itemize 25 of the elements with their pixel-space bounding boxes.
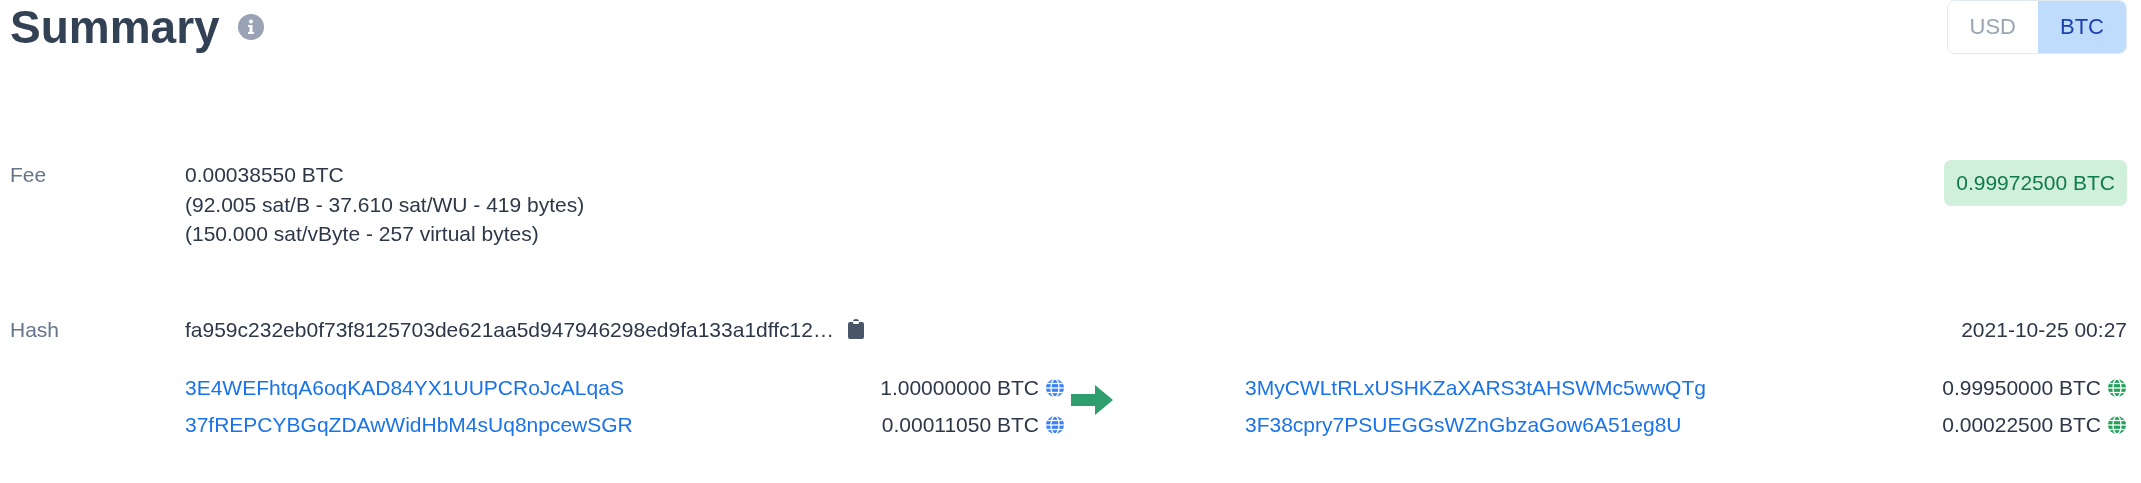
- globe-icon[interactable]: [1045, 377, 1065, 398]
- total-badge: 0.99972500 BTC: [1944, 160, 2127, 206]
- address-link[interactable]: 3F38cpry7PSUEGGsWZnGbzaGow6A51eg8U: [1245, 409, 1682, 440]
- globe-icon[interactable]: [2107, 414, 2127, 435]
- amount-text: 1.00000000 BTC: [880, 374, 1039, 401]
- amount-text: 0.00022500 BTC: [1942, 411, 2101, 438]
- amount-text: 0.99950000 BTC: [1942, 374, 2101, 401]
- globe-icon[interactable]: [2107, 377, 2127, 398]
- globe-icon[interactable]: [1045, 414, 1065, 435]
- hash-label: Hash: [10, 316, 61, 343]
- page-title: Summary: [10, 0, 220, 54]
- currency-tab[interactable]: BTC: [2038, 1, 2126, 53]
- address-link[interactable]: 3E4WEFhtqA6oqKAD84YX1UUPCRoJcALqaS: [185, 372, 624, 403]
- clipboard-icon[interactable]: [847, 319, 864, 340]
- hash-text: fa959c232eb0f73f8125703de621aa5d947946298ed9fa133a1dffc12…: [185, 316, 834, 343]
- arrow-icon: [1071, 384, 1113, 415]
- address-link[interactable]: 37fREPCYBGqZDAwWidHbM4sUq8npcewSGR: [185, 409, 633, 440]
- amount-text: 0.00011050 BTC: [881, 411, 1039, 438]
- address-link[interactable]: 3MyCWLtRLxUSHKZaXARS3tAHSWMc5wwQTg: [1245, 372, 1706, 403]
- fee-text: 0.00038550 BTC: [185, 162, 345, 188]
- fee-text: (92.005 sat/B - 37.610 sat/WU - 419 bytes): [185, 191, 586, 218]
- timestamp-text: 2021-10-25 00:27: [1961, 316, 2127, 343]
- fee-text: (150.000 sat/vByte - 257 virtual bytes): [185, 221, 540, 247]
- info-icon[interactable]: [237, 14, 264, 40]
- fee-label: Fee: [10, 162, 48, 188]
